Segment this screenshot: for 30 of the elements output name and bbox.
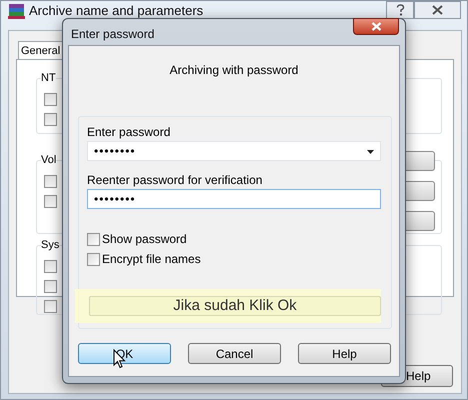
checkbox[interactable]: [44, 175, 57, 188]
group-label: Sys: [41, 238, 60, 252]
checkbox[interactable]: [44, 280, 57, 293]
checkbox[interactable]: [87, 252, 100, 266]
question-icon: [396, 4, 404, 16]
checkbox-label: Encrypt file names: [102, 251, 201, 268]
field-label: Enter password: [87, 125, 170, 139]
checkbox[interactable]: [44, 260, 57, 273]
dialog-title: Enter password: [71, 26, 154, 43]
dialog-button[interactable]: Help: [298, 343, 391, 364]
password-combobox[interactable]: ••••••••: [87, 141, 381, 161]
checkbox[interactable]: [44, 195, 57, 208]
field-label: Reenter password for verification: [87, 173, 262, 187]
annotation-text: Jika sudah Klik Ok: [89, 296, 381, 316]
checkbox[interactable]: [44, 113, 57, 126]
dialog-heading: Archiving with password: [168, 62, 300, 79]
checkbox[interactable]: [44, 300, 57, 313]
help-button[interactable]: [386, 1, 414, 19]
close-button[interactable]: [353, 18, 399, 35]
dropdown-arrow-icon[interactable]: [367, 150, 374, 154]
close-icon: [370, 22, 382, 31]
archive-icon: [8, 4, 25, 18]
checkbox[interactable]: [87, 232, 100, 246]
close-button[interactable]: [414, 1, 461, 19]
close-icon: [432, 5, 443, 15]
window-title: Archive name and parameters: [29, 2, 204, 20]
dialog-button[interactable]: Cancel: [188, 343, 281, 364]
checkbox-label: Show password: [102, 231, 187, 248]
checkbox[interactable]: [44, 93, 57, 106]
password-field[interactable]: ••••••••: [87, 189, 381, 209]
